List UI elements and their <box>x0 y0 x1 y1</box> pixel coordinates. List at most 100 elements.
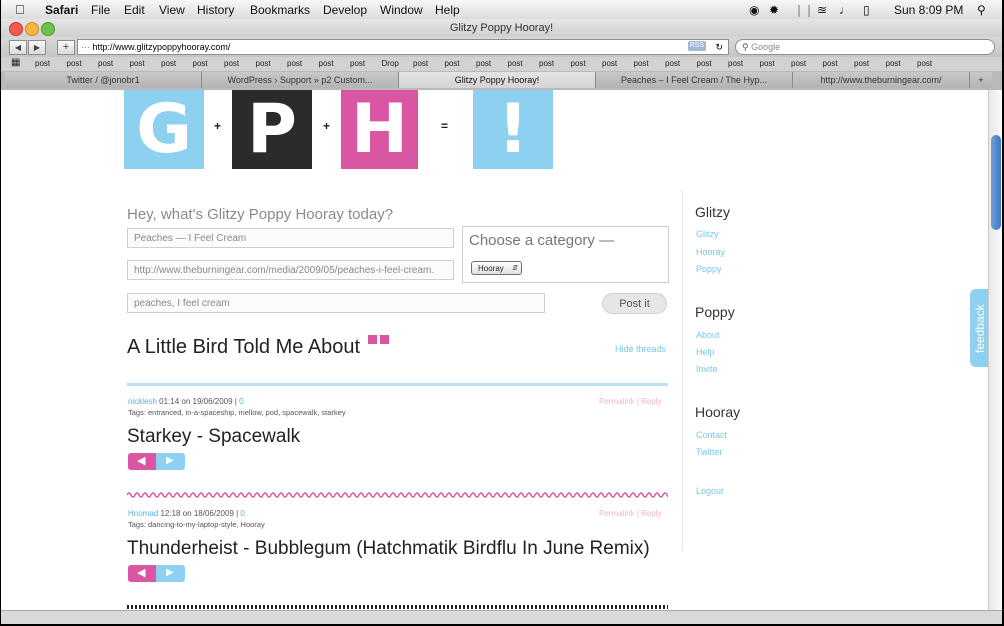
menu-develop[interactable]: Develop <box>323 3 367 17</box>
bookmark-item[interactable]: post <box>728 59 743 68</box>
bookmark-item[interactable]: post <box>98 59 113 68</box>
volume-button[interactable]: ◀ <box>128 565 156 582</box>
search-icon: ⚲ <box>742 42 749 52</box>
sidebar-link-glitzy[interactable]: Glitzy <box>696 229 719 239</box>
bookmark-item[interactable]: post <box>760 59 775 68</box>
post-title[interactable]: Starkey - Spacewalk <box>127 426 300 448</box>
bookmark-item[interactable]: post <box>161 59 176 68</box>
logo-exclaim[interactable]: ! <box>473 90 553 169</box>
bookmark-item[interactable]: post <box>886 59 901 68</box>
scrollbar-thumb[interactable] <box>991 135 1001 230</box>
post-author[interactable]: Hnomad <box>128 509 158 518</box>
spotlight-icon[interactable]: ⚲ <box>977 3 986 17</box>
bookmark-item[interactable]: post <box>571 59 586 68</box>
bookmark-item[interactable]: post <box>287 59 302 68</box>
rss-icon[interactable] <box>368 335 377 344</box>
tab-twitter[interactable]: Twitter / @jonobr1 <box>5 72 202 88</box>
post-it-button[interactable]: Post it <box>602 293 667 314</box>
back-button[interactable]: ◀ <box>9 40 27 55</box>
apple-icon[interactable]:  <box>15 2 25 17</box>
forward-button[interactable]: ▶ <box>28 40 46 55</box>
bookmark-item[interactable]: post <box>413 59 428 68</box>
sidebar-link-poppy[interactable]: Poppy <box>696 264 722 274</box>
post-author[interactable]: nicklesh <box>128 397 157 406</box>
permalink-reply[interactable]: Permalink | Reply <box>599 509 662 518</box>
comment-count[interactable]: 0 <box>239 397 243 406</box>
post-title[interactable]: Thunderheist - Bubblegum (Hatchmatik Bir… <box>127 538 650 560</box>
bookmark-item[interactable]: post <box>193 59 208 68</box>
url-input[interactable]: http://www.theburningear.com/media/2009/… <box>127 260 454 280</box>
volume-icon[interactable]: ♩ <box>839 3 851 17</box>
tab-burningear[interactable]: http://www.theburningear.com/ <box>793 72 970 88</box>
bookmark-item[interactable]: post <box>854 59 869 68</box>
hide-threads-link[interactable]: Hide threads <box>615 344 666 354</box>
post-tags: Tags: entranced, in-a-spaceship, mellow,… <box>128 408 346 417</box>
clock[interactable]: Sun 8:09 PM <box>894 3 963 17</box>
rss-icon[interactable]: RSS <box>687 41 706 51</box>
bookmark-item[interactable]: post <box>256 59 271 68</box>
bookmark-item[interactable]: post <box>823 59 838 68</box>
reload-icon[interactable]: ↻ <box>715 40 723 54</box>
address-bar[interactable]: ⋯ http://www.glitzypoppyhooray.com/ RSS … <box>77 39 729 55</box>
bookmark-item[interactable]: post <box>539 59 554 68</box>
book-icon[interactable]: ▦ <box>11 57 20 68</box>
sidebar-link-hooray[interactable]: Hooray <box>696 247 725 257</box>
gear-icon[interactable]: ✹ <box>769 3 779 17</box>
menu-app[interactable]: Safari <box>45 3 78 17</box>
wifi-icon[interactable]: ≊ <box>817 3 827 17</box>
bookmark-item[interactable]: post <box>917 59 932 68</box>
search-input[interactable]: ⚲ Google <box>735 39 995 55</box>
vertical-scrollbar[interactable] <box>988 90 1002 610</box>
logo-g[interactable]: G <box>124 90 204 169</box>
battery-icon[interactable]: ▯ <box>863 3 870 17</box>
tab-glitzy[interactable]: Glitzy Poppy Hooray! <box>399 72 596 88</box>
status-icon[interactable]: ◉ <box>749 3 759 17</box>
menu-view[interactable]: View <box>159 3 185 17</box>
sidebar-link-help[interactable]: Help <box>696 347 715 357</box>
menu-history[interactable]: History <box>197 3 234 17</box>
title-input[interactable]: Peaches — I Feel Cream <box>127 228 454 248</box>
bookmark-item[interactable]: post <box>67 59 82 68</box>
bookmark-item[interactable]: post <box>224 59 239 68</box>
bookmark-item[interactable]: post <box>476 59 491 68</box>
category-select[interactable]: Hooray ⇵ <box>471 261 522 275</box>
logo-p[interactable]: P <box>232 90 312 169</box>
bookmark-item[interactable]: post <box>697 59 712 68</box>
menu-edit[interactable]: Edit <box>124 3 145 17</box>
bookmark-item[interactable]: Drop <box>382 59 399 68</box>
menu-help[interactable]: Help <box>435 3 460 17</box>
sidebar-link-twitter[interactable]: Twitter <box>696 447 723 457</box>
bookmark-item[interactable]: post <box>130 59 145 68</box>
bookmark-item[interactable]: post <box>665 59 680 68</box>
play-button[interactable]: ▶ <box>156 453 185 470</box>
tab-peaches[interactable]: Peaches – I Feel Cream / The Hyp... <box>596 72 793 88</box>
permalink-reply[interactable]: Permalink | Reply <box>599 397 662 406</box>
audio-player[interactable]: ◀ ▶ <box>128 565 185 582</box>
add-bookmark-button[interactable]: + <box>57 40 75 55</box>
new-tab-button[interactable]: + <box>970 72 992 88</box>
logout-link[interactable]: Logout <box>696 486 724 496</box>
bookmark-item[interactable]: post <box>319 59 334 68</box>
menu-bookmarks[interactable]: Bookmarks <box>250 3 310 17</box>
sidebar-link-contact[interactable]: Contact <box>696 430 727 440</box>
menu-window[interactable]: Window <box>380 3 423 17</box>
logo-h[interactable]: H <box>341 90 418 169</box>
bookmark-item[interactable]: post <box>634 59 649 68</box>
tags-input[interactable]: peaches, I feel cream <box>127 293 545 313</box>
play-button[interactable]: ▶ <box>156 565 185 582</box>
bookmark-item[interactable]: post <box>350 59 365 68</box>
bookmark-item[interactable]: post <box>35 59 50 68</box>
sidebar-link-about[interactable]: About <box>696 330 720 340</box>
bookmark-item[interactable]: post <box>791 59 806 68</box>
bookmark-item[interactable]: post <box>445 59 460 68</box>
volume-button[interactable]: ◀ <box>128 453 156 470</box>
rss-comments-icon[interactable] <box>380 335 389 344</box>
bookmark-item[interactable]: post <box>508 59 523 68</box>
bookmark-item[interactable]: post <box>602 59 617 68</box>
feedback-tab[interactable]: feedback <box>970 289 988 367</box>
menu-file[interactable]: File <box>91 3 110 17</box>
comment-count[interactable]: 0 <box>240 509 244 518</box>
sidebar-link-invite[interactable]: Invite <box>696 364 718 374</box>
tab-wordpress[interactable]: WordPress › Support » p2 Custom... <box>202 72 399 88</box>
audio-player[interactable]: ◀ ▶ <box>128 453 185 470</box>
